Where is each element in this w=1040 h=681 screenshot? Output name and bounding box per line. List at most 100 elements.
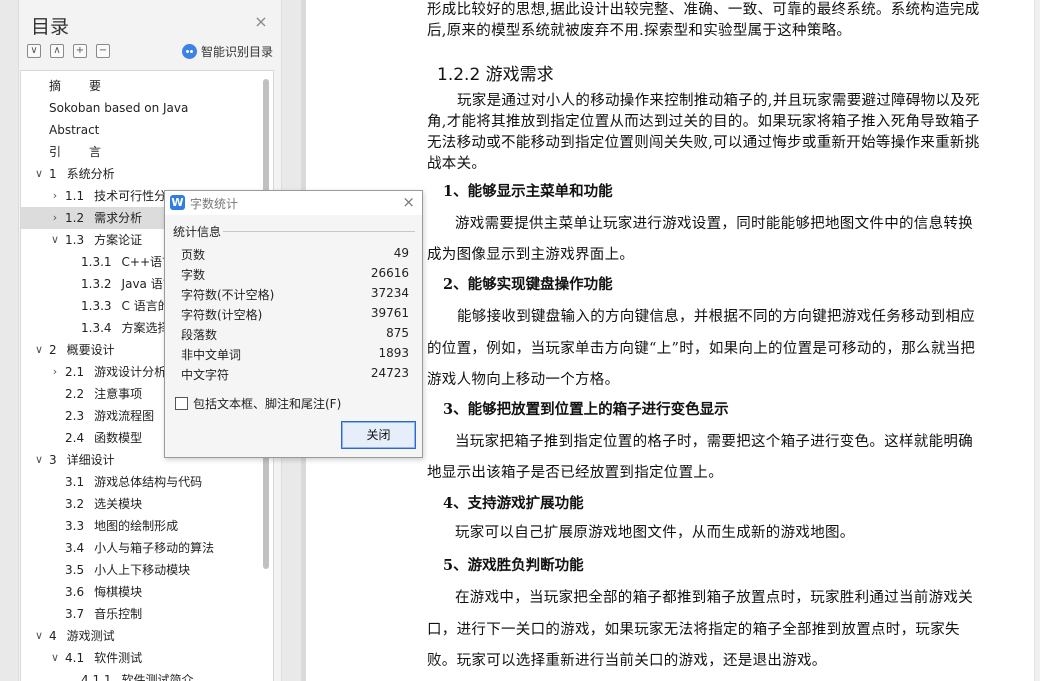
stat-label: 页数 [181, 248, 206, 262]
chevron-right-icon[interactable]: › [49, 185, 61, 207]
toc-item[interactable]: ∨ 4 游戏测试 [21, 625, 273, 647]
toc-item-text: 3.2 选关模块 [65, 493, 142, 515]
toc-item-number: 3.1 [65, 475, 85, 489]
chevron-down-icon[interactable]: ∨ [33, 163, 45, 185]
stat-row-non-chinese-words: 非中文单词 1893 [181, 346, 409, 366]
stat-row-paragraphs: 段落数 875 [181, 326, 409, 346]
chevron-down-icon[interactable]: ∨ [33, 625, 45, 647]
toc-item-label: Sokoban based on Java [49, 101, 189, 115]
toc-item[interactable]: ∨ 4.1 软件测试 [21, 647, 273, 669]
toc-item-text: 2.4 函数模型 [65, 427, 142, 449]
stat-label: 字数 [181, 268, 206, 282]
paragraph-main-menu: 游戏需要提供主菜单让玩家进行游戏设置，同时能能够把地图文件中的信息转换成为图像显… [427, 216, 973, 263]
stat-value: 24723 [370, 366, 409, 380]
toc-item-text: 1.2 需求分析 [65, 207, 142, 229]
toc-item-label: 游戏设计分析 [94, 365, 167, 379]
toc-item-text: 1.3 方案论证 [65, 229, 142, 251]
stat-value: 39761 [370, 306, 409, 320]
toc-item-number: 2.2 [65, 387, 85, 401]
close-button[interactable]: 关闭 [341, 421, 416, 449]
heading-main-menu: 1、能够显示主菜单和功能 [443, 183, 613, 200]
toc-item-label: 悔棋模块 [94, 585, 143, 599]
chevron-down-icon[interactable]: ∨ [49, 229, 61, 251]
section-heading: 1.2.2 游戏需求 [437, 65, 554, 85]
toc-item-text: 1.3.2 Java 语言 [81, 273, 175, 295]
stat-value: 49 [393, 246, 409, 260]
toc-item-label: Abstract [49, 123, 100, 137]
toc-item-label: 游戏测试 [66, 629, 115, 643]
chevron-down-icon[interactable]: ∨ [33, 339, 45, 361]
toc-item-text: 3.5 小人上下移动模块 [65, 559, 190, 581]
toc-item-text: 4 游戏测试 [49, 625, 115, 647]
chevron-right-icon[interactable]: › [49, 361, 61, 383]
dialog-titlebar[interactable]: W 字数统计 × [165, 191, 422, 215]
toc-item[interactable]: ∨ 1 系统分析 [21, 163, 273, 185]
stat-row-pages: 页数 49 [181, 246, 409, 266]
toc-item[interactable]: 3.5 小人上下移动模块 [21, 559, 273, 581]
toc-item-text: 3.6 悔棋模块 [65, 581, 142, 603]
toc-item-number: 1.3.1 [81, 255, 112, 269]
smart-toc-button[interactable]: 智能识别目录 [181, 43, 273, 60]
stat-value: 875 [386, 326, 409, 340]
close-icon[interactable]: × [253, 14, 269, 30]
wps-writer-window: 目录 × ∨ ∧ + − 智能识别目录 摘要 Sokoban based on J… [0, 0, 1040, 681]
toc-item-label: 系统分析 [66, 167, 115, 181]
toc-item-number: 1.3.2 [81, 277, 112, 291]
stat-row-chars-no-spaces: 字符数(不计空格) 37234 [181, 286, 409, 306]
chevron-right-icon[interactable]: › [49, 207, 61, 229]
toc-item-number: 3.6 [65, 585, 85, 599]
stat-label: 字符数(计空格) [181, 308, 263, 322]
toc-item-number: 1.3.3 [81, 299, 112, 313]
include-textboxes-option[interactable]: 包括文本框、脚注和尾注(F) [175, 395, 341, 412]
toc-item[interactable]: 引言 [21, 141, 273, 163]
toc-item-label: 需求分析 [94, 211, 143, 225]
toc-item[interactable]: 3.6 悔棋模块 [21, 581, 273, 603]
toc-item-number: 1.3.4 [81, 321, 112, 335]
stat-row-words: 字数 26616 [181, 266, 409, 286]
wps-logo-icon: W [170, 195, 185, 210]
toc-item-label: 游戏总体结构与代码 [94, 475, 203, 489]
document-scrollbar[interactable] [1034, 0, 1040, 681]
toc-item[interactable]: 3.2 选关模块 [21, 493, 273, 515]
include-textboxes-checkbox[interactable] [175, 397, 188, 410]
toc-item-text: Sokoban based on Java [49, 97, 188, 119]
group-divider [223, 231, 415, 232]
expand-all-icon[interactable]: ∧ [50, 44, 64, 58]
stat-row-chinese-chars: 中文字符 24723 [181, 366, 409, 386]
toc-item[interactable]: 3.1 游戏总体结构与代码 [21, 471, 273, 493]
stats-group-label: 统计信息 [173, 225, 222, 239]
toc-item-text: 4.1.1 软件测试简介 [81, 669, 194, 681]
toc-item-label: 要 [89, 79, 102, 93]
toc-item[interactable]: Abstract [21, 119, 273, 141]
toc-item-label: 小人与箱子移动的算法 [94, 541, 215, 555]
toc-item[interactable]: Sokoban based on Java [21, 97, 273, 119]
toc-item-text: 3.7 音乐控制 [65, 603, 142, 625]
chevron-down-icon[interactable]: ∨ [33, 449, 45, 471]
add-heading-icon[interactable]: + [73, 44, 87, 58]
toc-item[interactable]: 3.4 小人与箱子移动的算法 [21, 537, 273, 559]
toc-item-number: 4 [49, 629, 57, 643]
chevron-down-icon[interactable]: ∨ [49, 647, 61, 669]
smart-toc-label: 智能识别目录 [200, 45, 273, 59]
robot-icon [181, 44, 197, 59]
toc-item-text: 3 详细设计 [49, 449, 115, 471]
toc-item-text: 2.1 游戏设计分析 [65, 361, 166, 383]
toc-item-text: 3.3 地图的绘制形成 [65, 515, 178, 537]
toc-item-number: 4.1 [65, 651, 85, 665]
stat-value: 37234 [370, 286, 409, 300]
toc-item[interactable]: 摘要 [21, 75, 273, 97]
toc-item[interactable]: 3.3 地图的绘制形成 [21, 515, 273, 537]
collapse-all-icon[interactable]: ∨ [27, 44, 41, 58]
toc-item-text: 1.3.1 C++语言 [81, 251, 174, 273]
remove-heading-icon[interactable]: − [96, 44, 110, 58]
paragraph-keyboard: 能够接收到键盘输入的方向键信息，并根据不同的方向键把游戏任务移动到相应的位置，例… [427, 309, 976, 388]
toc-item[interactable]: 3.7 音乐控制 [21, 603, 273, 625]
close-icon[interactable]: × [402, 194, 415, 210]
toc-item-text: 2.3 游戏流程图 [65, 405, 154, 427]
paragraph-extension: 玩家可以自己扩展原游戏地图文件，从而生成新的游戏地图。 [455, 525, 855, 541]
toc-item-text: Abstract [49, 119, 99, 141]
toc-item[interactable]: 4.1.1 软件测试简介 [21, 669, 273, 681]
toc-item-label: 选关模块 [94, 497, 143, 511]
toc-item-text: 1.3.3 C 语言的 [81, 295, 170, 317]
word-count-dialog: W 字数统计 × 统计信息 页数 49 字数 26616 字符数(不计空格) 3… [164, 190, 423, 458]
